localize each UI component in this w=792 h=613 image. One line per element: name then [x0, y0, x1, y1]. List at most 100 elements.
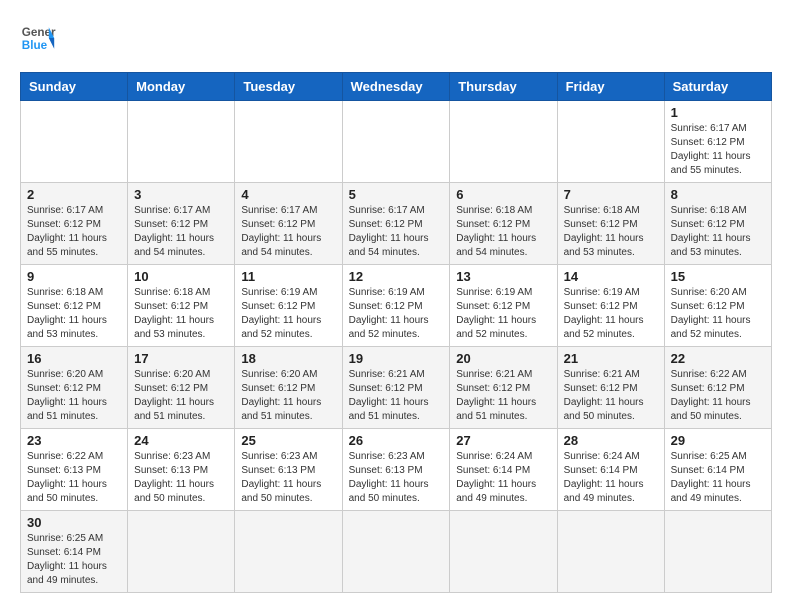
- calendar-cell: 2 Sunrise: 6:17 AM Sunset: 6:12 PM Daylig…: [21, 183, 128, 265]
- calendar-cell: [450, 511, 557, 593]
- day-info: Sunrise: 6:20 AM Sunset: 6:12 PM Dayligh…: [27, 368, 121, 424]
- day-info: Sunrise: 6:22 AM Sunset: 6:12 PM Dayligh…: [671, 368, 765, 424]
- day-number: 27: [456, 433, 550, 448]
- day-number: 28: [564, 433, 658, 448]
- calendar-cell: [557, 101, 664, 183]
- calendar-cell: 15 Sunrise: 6:20 AM Sunset: 6:12 PM Dayli…: [664, 265, 771, 347]
- day-number: 9: [27, 269, 121, 284]
- day-info: Sunrise: 6:19 AM Sunset: 6:12 PM Dayligh…: [564, 286, 658, 342]
- calendar-cell: 25 Sunrise: 6:23 AM Sunset: 6:13 PM Dayli…: [235, 429, 342, 511]
- day-info: Sunrise: 6:19 AM Sunset: 6:12 PM Dayligh…: [349, 286, 444, 342]
- calendar-cell: 26 Sunrise: 6:23 AM Sunset: 6:13 PM Dayli…: [342, 429, 450, 511]
- calendar-cell: [128, 101, 235, 183]
- day-number: 14: [564, 269, 658, 284]
- calendar-cell: 29 Sunrise: 6:25 AM Sunset: 6:14 PM Dayli…: [664, 429, 771, 511]
- day-number: 24: [134, 433, 228, 448]
- day-number: 18: [241, 351, 335, 366]
- calendar-cell: 8 Sunrise: 6:18 AM Sunset: 6:12 PM Daylig…: [664, 183, 771, 265]
- calendar-cell: 11Sunrise: 6:19 AM Sunset: 6:12 PM Dayli…: [235, 265, 342, 347]
- calendar-cell: [235, 511, 342, 593]
- calendar-cell: [664, 511, 771, 593]
- day-number: 23: [27, 433, 121, 448]
- day-info: Sunrise: 6:25 AM Sunset: 6:14 PM Dayligh…: [671, 450, 765, 506]
- day-number: 25: [241, 433, 335, 448]
- weekday-header: Wednesday: [342, 73, 450, 101]
- calendar-week-row: 23 Sunrise: 6:22 AM Sunset: 6:13 PM Dayli…: [21, 429, 772, 511]
- calendar-cell: 19Sunrise: 6:21 AM Sunset: 6:12 PM Dayli…: [342, 347, 450, 429]
- calendar-cell: 21Sunrise: 6:21 AM Sunset: 6:12 PM Dayli…: [557, 347, 664, 429]
- day-number: 20: [456, 351, 550, 366]
- calendar-cell: 28 Sunrise: 6:24 AM Sunset: 6:14 PM Dayli…: [557, 429, 664, 511]
- calendar-cell: 3 Sunrise: 6:17 AM Sunset: 6:12 PM Daylig…: [128, 183, 235, 265]
- calendar-cell: 7 Sunrise: 6:18 AM Sunset: 6:12 PM Daylig…: [557, 183, 664, 265]
- day-info: Sunrise: 6:22 AM Sunset: 6:13 PM Dayligh…: [27, 450, 121, 506]
- calendar-cell: 22 Sunrise: 6:22 AM Sunset: 6:12 PM Dayli…: [664, 347, 771, 429]
- day-number: 13: [456, 269, 550, 284]
- calendar-cell: 27Sunrise: 6:24 AM Sunset: 6:14 PM Dayli…: [450, 429, 557, 511]
- calendar-week-row: 30Sunrise: 6:25 AM Sunset: 6:14 PM Dayli…: [21, 511, 772, 593]
- calendar-week-row: 1 Sunrise: 6:17 AM Sunset: 6:12 PM Daylig…: [21, 101, 772, 183]
- day-info: Sunrise: 6:20 AM Sunset: 6:12 PM Dayligh…: [241, 368, 335, 424]
- calendar-cell: 9Sunrise: 6:18 AM Sunset: 6:12 PM Daylig…: [21, 265, 128, 347]
- calendar-cell: [342, 101, 450, 183]
- day-number: 16: [27, 351, 121, 366]
- calendar-cell: 17Sunrise: 6:20 AM Sunset: 6:12 PM Dayli…: [128, 347, 235, 429]
- calendar-cell: [342, 511, 450, 593]
- day-number: 12: [349, 269, 444, 284]
- day-info: Sunrise: 6:18 AM Sunset: 6:12 PM Dayligh…: [671, 204, 765, 260]
- calendar-cell: 10 Sunrise: 6:18 AM Sunset: 6:12 PM Dayli…: [128, 265, 235, 347]
- day-number: 29: [671, 433, 765, 448]
- day-info: Sunrise: 6:18 AM Sunset: 6:12 PM Dayligh…: [134, 286, 228, 342]
- day-info: Sunrise: 6:21 AM Sunset: 6:12 PM Dayligh…: [456, 368, 550, 424]
- logo: General Blue: [20, 20, 56, 56]
- page-header: General Blue: [20, 20, 772, 56]
- weekday-header: Saturday: [664, 73, 771, 101]
- day-info: Sunrise: 6:18 AM Sunset: 6:12 PM Dayligh…: [564, 204, 658, 260]
- calendar-table: SundayMondayTuesdayWednesdayThursdayFrid…: [20, 72, 772, 593]
- calendar-cell: [235, 101, 342, 183]
- calendar-cell: 14 Sunrise: 6:19 AM Sunset: 6:12 PM Dayli…: [557, 265, 664, 347]
- day-number: 3: [134, 187, 228, 202]
- day-number: 26: [349, 433, 444, 448]
- calendar-cell: 30Sunrise: 6:25 AM Sunset: 6:14 PM Dayli…: [21, 511, 128, 593]
- day-number: 22: [671, 351, 765, 366]
- calendar-cell: 4 Sunrise: 6:17 AM Sunset: 6:12 PM Daylig…: [235, 183, 342, 265]
- day-info: Sunrise: 6:19 AM Sunset: 6:12 PM Dayligh…: [456, 286, 550, 342]
- day-number: 8: [671, 187, 765, 202]
- day-number: 2: [27, 187, 121, 202]
- day-info: Sunrise: 6:17 AM Sunset: 6:12 PM Dayligh…: [134, 204, 228, 260]
- day-info: Sunrise: 6:17 AM Sunset: 6:12 PM Dayligh…: [671, 122, 765, 178]
- day-info: Sunrise: 6:20 AM Sunset: 6:12 PM Dayligh…: [671, 286, 765, 342]
- day-number: 4: [241, 187, 335, 202]
- calendar-week-row: 9 Sunrise: 6:18 AM Sunset: 6:12 PM Daylig…: [21, 265, 772, 347]
- day-info: Sunrise: 6:23 AM Sunset: 6:13 PM Dayligh…: [349, 450, 444, 506]
- calendar-cell: 23 Sunrise: 6:22 AM Sunset: 6:13 PM Dayli…: [21, 429, 128, 511]
- weekday-header: Thursday: [450, 73, 557, 101]
- day-number: 10: [134, 269, 228, 284]
- calendar-cell: 13 Sunrise: 6:19 AM Sunset: 6:12 PM Dayli…: [450, 265, 557, 347]
- calendar-cell: 12 Sunrise: 6:19 AM Sunset: 6:12 PM Dayli…: [342, 265, 450, 347]
- calendar-cell: 5 Sunrise: 6:17 AM Sunset: 6:12 PM Daylig…: [342, 183, 450, 265]
- calendar-cell: 6Sunrise: 6:18 AM Sunset: 6:12 PM Daylig…: [450, 183, 557, 265]
- day-number: 6: [456, 187, 550, 202]
- calendar-cell: [21, 101, 128, 183]
- weekday-header: Friday: [557, 73, 664, 101]
- day-number: 15: [671, 269, 765, 284]
- day-info: Sunrise: 6:19 AM Sunset: 6:12 PM Dayligh…: [241, 286, 335, 342]
- day-info: Sunrise: 6:20 AM Sunset: 6:12 PM Dayligh…: [134, 368, 228, 424]
- calendar-week-row: 2 Sunrise: 6:17 AM Sunset: 6:12 PM Daylig…: [21, 183, 772, 265]
- day-info: Sunrise: 6:21 AM Sunset: 6:12 PM Dayligh…: [349, 368, 444, 424]
- day-info: Sunrise: 6:17 AM Sunset: 6:12 PM Dayligh…: [27, 204, 121, 260]
- day-info: Sunrise: 6:23 AM Sunset: 6:13 PM Dayligh…: [241, 450, 335, 506]
- day-number: 30: [27, 515, 121, 530]
- day-info: Sunrise: 6:24 AM Sunset: 6:14 PM Dayligh…: [564, 450, 658, 506]
- weekday-header: Sunday: [21, 73, 128, 101]
- day-info: Sunrise: 6:17 AM Sunset: 6:12 PM Dayligh…: [241, 204, 335, 260]
- day-number: 5: [349, 187, 444, 202]
- day-info: Sunrise: 6:17 AM Sunset: 6:12 PM Dayligh…: [349, 204, 444, 260]
- day-number: 1: [671, 105, 765, 120]
- day-number: 7: [564, 187, 658, 202]
- weekday-header: Monday: [128, 73, 235, 101]
- calendar-cell: 1 Sunrise: 6:17 AM Sunset: 6:12 PM Daylig…: [664, 101, 771, 183]
- day-number: 21: [564, 351, 658, 366]
